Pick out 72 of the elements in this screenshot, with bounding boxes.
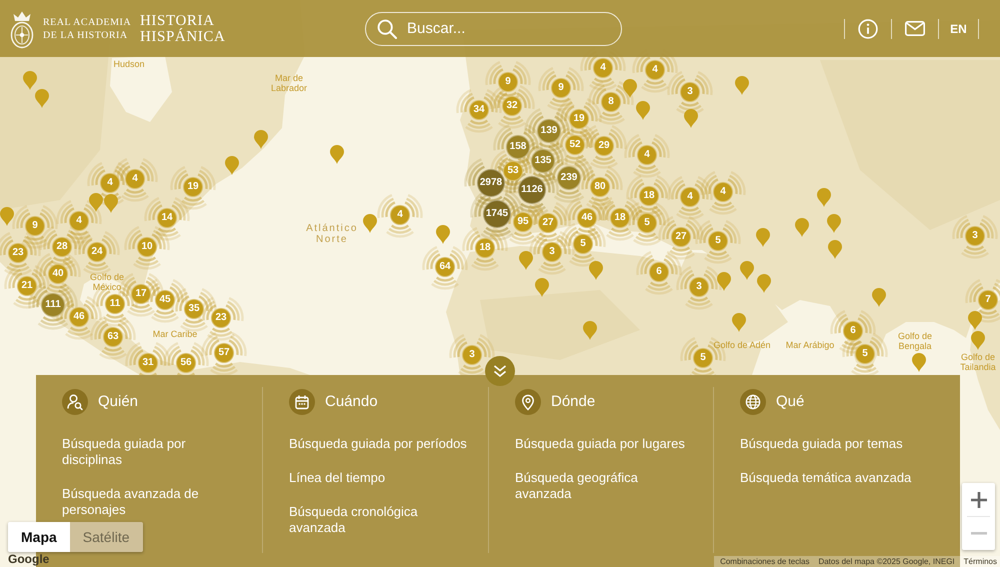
- map-pin-icon[interactable]: [583, 321, 597, 340]
- map-pin-icon[interactable]: [795, 218, 809, 237]
- site-title: HISTORIA HISPÁNICA: [140, 12, 226, 44]
- map-view-button[interactable]: Mapa: [8, 522, 70, 552]
- search-link[interactable]: Búsqueda guiada por lugares: [515, 436, 685, 452]
- map-pin-icon[interactable]: [757, 274, 771, 293]
- map-pin-icon[interactable]: [589, 261, 603, 280]
- map-pin-icon[interactable]: [254, 130, 268, 149]
- map-pin-icon[interactable]: [225, 156, 239, 175]
- search-link[interactable]: Búsqueda guiada por temas: [740, 436, 903, 452]
- minus-icon: [970, 532, 986, 535]
- map-pin-icon[interactable]: [89, 193, 103, 212]
- map-pin-icon[interactable]: [872, 288, 886, 307]
- info-icon: [858, 18, 878, 38]
- map-pin-icon[interactable]: [827, 214, 841, 233]
- envelope-icon: [905, 21, 925, 36]
- language-button[interactable]: EN: [945, 14, 972, 42]
- map-pin-icon[interactable]: [35, 89, 49, 108]
- section-heading: Quién: [98, 393, 138, 411]
- map-pin-icon[interactable]: [717, 272, 731, 291]
- search-link[interactable]: Búsqueda guiada por disciplinas: [62, 436, 244, 468]
- map-label: Golfo de Bengala: [896, 331, 934, 351]
- map-label: Golfo de Adén: [712, 340, 772, 350]
- map-view-button[interactable]: Satélite: [70, 522, 142, 552]
- search-link[interactable]: Búsqueda cronológica avanzada: [289, 504, 471, 536]
- map-pin-icon[interactable]: [623, 79, 637, 98]
- map-pin-icon[interactable]: [912, 353, 926, 372]
- map-data-attribution: Datos del mapa ©2025 Google, INEGI: [818, 556, 955, 567]
- map-label: Mar Caribe: [152, 329, 198, 339]
- globe-icon: [740, 389, 766, 415]
- institution-name: REAL ACADEMIA DE LA HISTORIA: [43, 16, 132, 42]
- map-pin-icon[interactable]: [971, 331, 985, 350]
- map-pin-icon[interactable]: [817, 188, 831, 207]
- map-pin-icon[interactable]: [735, 76, 749, 95]
- map-pin-icon[interactable]: [436, 225, 450, 244]
- map-label: Atlántico Norte: [305, 223, 359, 245]
- chevrons-down-icon: [493, 365, 507, 377]
- map-pin-icon[interactable]: [732, 313, 746, 332]
- terms-link[interactable]: Términos: [964, 556, 997, 567]
- search-field[interactable]: Buscar...: [365, 12, 622, 46]
- map-pin-icon[interactable]: [330, 145, 344, 164]
- map-pin-icon[interactable]: [0, 207, 14, 226]
- map-pin-icon[interactable]: [23, 71, 37, 90]
- search-link[interactable]: Línea del tiempo: [289, 470, 386, 486]
- map-label: Mar Arábigo: [784, 340, 836, 350]
- search-link[interactable]: Búsqueda geográfica avanzada: [515, 470, 697, 502]
- calendar-icon: [289, 389, 315, 415]
- section-heading: Cuándo: [325, 393, 378, 411]
- plus-icon: [970, 492, 986, 508]
- map-pin-icon[interactable]: [756, 228, 770, 247]
- map-pin-icon[interactable]: [363, 214, 377, 233]
- location-pin-icon: [515, 389, 541, 415]
- search-link[interactable]: Búsqueda temática avanzada: [740, 470, 912, 486]
- map-pin-icon[interactable]: [636, 101, 650, 120]
- map-label: Mar de Labrador: [270, 73, 308, 93]
- map-pin-icon[interactable]: [104, 194, 118, 213]
- search-link[interactable]: Búsqueda guiada por períodos: [289, 436, 467, 452]
- section-heading: Dónde: [551, 393, 596, 411]
- map-label: Hudson: [112, 59, 146, 69]
- map-label: Golfo de Tailandia: [959, 352, 997, 372]
- keyboard-shortcuts-link[interactable]: Combinaciones de teclas: [720, 556, 810, 567]
- map-pin-icon[interactable]: [828, 240, 842, 259]
- map-pin-icon[interactable]: [535, 278, 549, 297]
- map-pin-icon[interactable]: [684, 109, 698, 128]
- map-label: Golfo de México: [88, 272, 126, 292]
- map-pin-icon[interactable]: [740, 261, 754, 280]
- person-search-icon: [62, 389, 88, 415]
- map-pin-icon[interactable]: [968, 311, 982, 330]
- map-pin-icon[interactable]: [519, 251, 533, 270]
- search-link[interactable]: Búsqueda avanzada de personajes: [62, 486, 244, 518]
- section-heading: Qué: [776, 393, 804, 411]
- search-icon: [377, 18, 397, 38]
